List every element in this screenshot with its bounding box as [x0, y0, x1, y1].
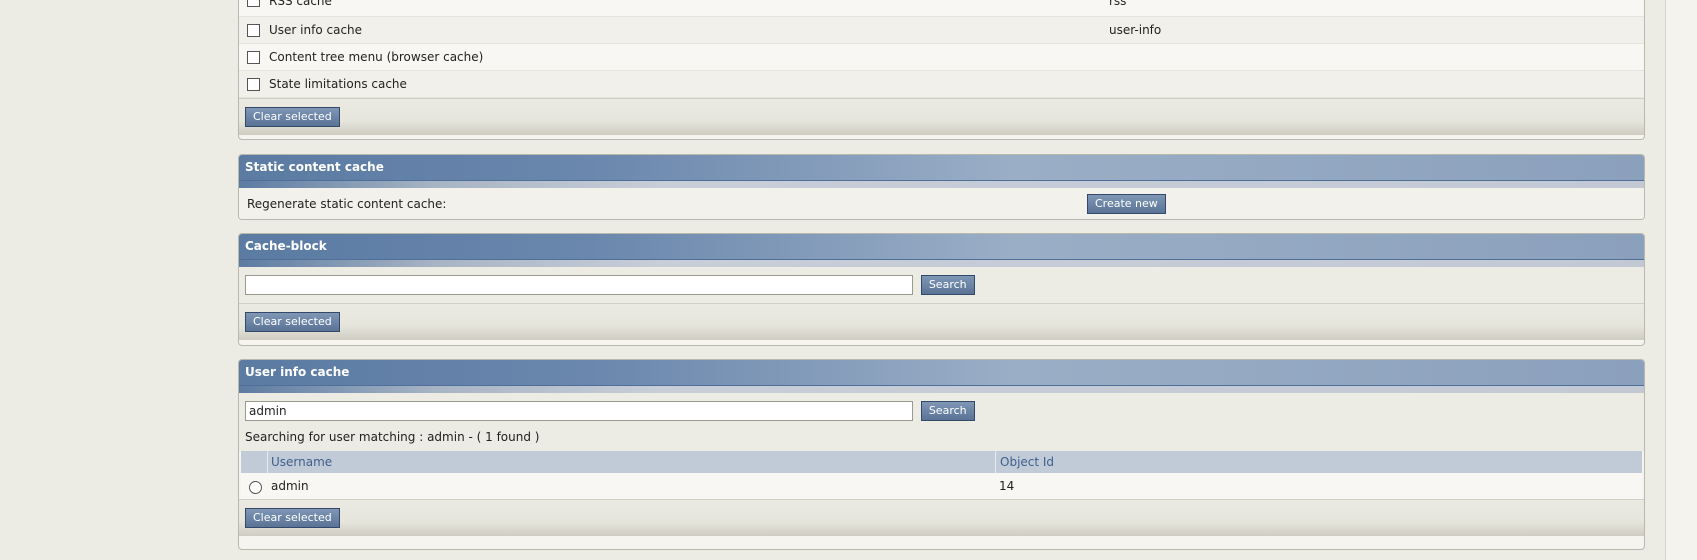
cache-block-search-button[interactable]: Search [920, 275, 975, 295]
static-cache-title: Static content cache [239, 155, 1644, 181]
search-result-text: Searching for user matching : admin - ( … [239, 429, 1644, 451]
user-info-search-row: admin Search [239, 393, 1644, 429]
cache-row-content-tree-menu: Content tree menu (browser cache) [239, 44, 1644, 71]
cache-block-panel: Cache-block Search Clear selected [238, 233, 1645, 346]
cache-checkbox-rss[interactable] [247, 0, 260, 7]
cache-checkbox-state-limitations[interactable] [247, 78, 260, 91]
header-stripe [239, 181, 1644, 188]
clear-selected-button[interactable]: Clear selected [245, 508, 340, 528]
cache-row-state-limitations: State limitations cache [239, 71, 1644, 98]
username-column-header: Username [271, 455, 333, 469]
cache-block-title: Cache-block [239, 234, 1644, 260]
static-cache-row: Regenerate static content cache: Create … [239, 188, 1644, 219]
object-id-column-header: Object Id [995, 451, 1054, 473]
username-cell: admin [271, 479, 309, 493]
table-row: admin 14 [241, 473, 1642, 499]
cache-id: user-info [1109, 23, 1162, 37]
static-cache-label: Regenerate static content cache: [247, 197, 447, 211]
header-stripe [239, 260, 1644, 267]
cache-checkbox-user-info[interactable] [247, 24, 260, 37]
cache-row-user-info: User info cache user-info [239, 17, 1644, 44]
header-stripe [239, 386, 1644, 393]
create-new-button[interactable]: Create new [1087, 194, 1166, 214]
cache-block-footer: Clear selected [239, 303, 1644, 340]
cache-row-rss: RSS cache rss [239, 0, 1644, 17]
cache-block-search-input[interactable] [245, 275, 913, 295]
clear-selected-button[interactable]: Clear selected [245, 107, 340, 127]
user-table-header: Username Object Id [241, 451, 1642, 473]
clear-selected-button[interactable]: Clear selected [245, 312, 340, 332]
cache-label: State limitations cache [269, 77, 407, 91]
cache-list-panel: RSS cache rss User info cache user-info … [238, 0, 1645, 140]
user-select-radio[interactable] [249, 481, 262, 494]
user-info-search-input[interactable]: admin [245, 401, 913, 421]
cache-id: rss [1109, 0, 1127, 8]
cache-checkbox-content-tree-menu[interactable] [247, 51, 260, 64]
cache-label: Content tree menu (browser cache) [269, 50, 484, 64]
user-info-cache-panel: User info cache admin Search Searching f… [238, 359, 1645, 550]
cache-label: RSS cache [269, 0, 332, 8]
scrollbar-track[interactable] [1665, 0, 1697, 560]
static-cache-panel: Static content cache Regenerate static c… [238, 154, 1645, 220]
cache-list-footer: Clear selected [239, 98, 1644, 135]
user-info-footer: Clear selected [239, 499, 1644, 536]
cache-block-search-row: Search [239, 267, 1644, 303]
cache-label: User info cache [269, 23, 363, 37]
user-info-search-button[interactable]: Search [920, 401, 975, 421]
select-column-header [241, 451, 268, 473]
user-info-cache-title: User info cache [239, 360, 1644, 386]
object-id-cell: 14 [999, 479, 1015, 493]
